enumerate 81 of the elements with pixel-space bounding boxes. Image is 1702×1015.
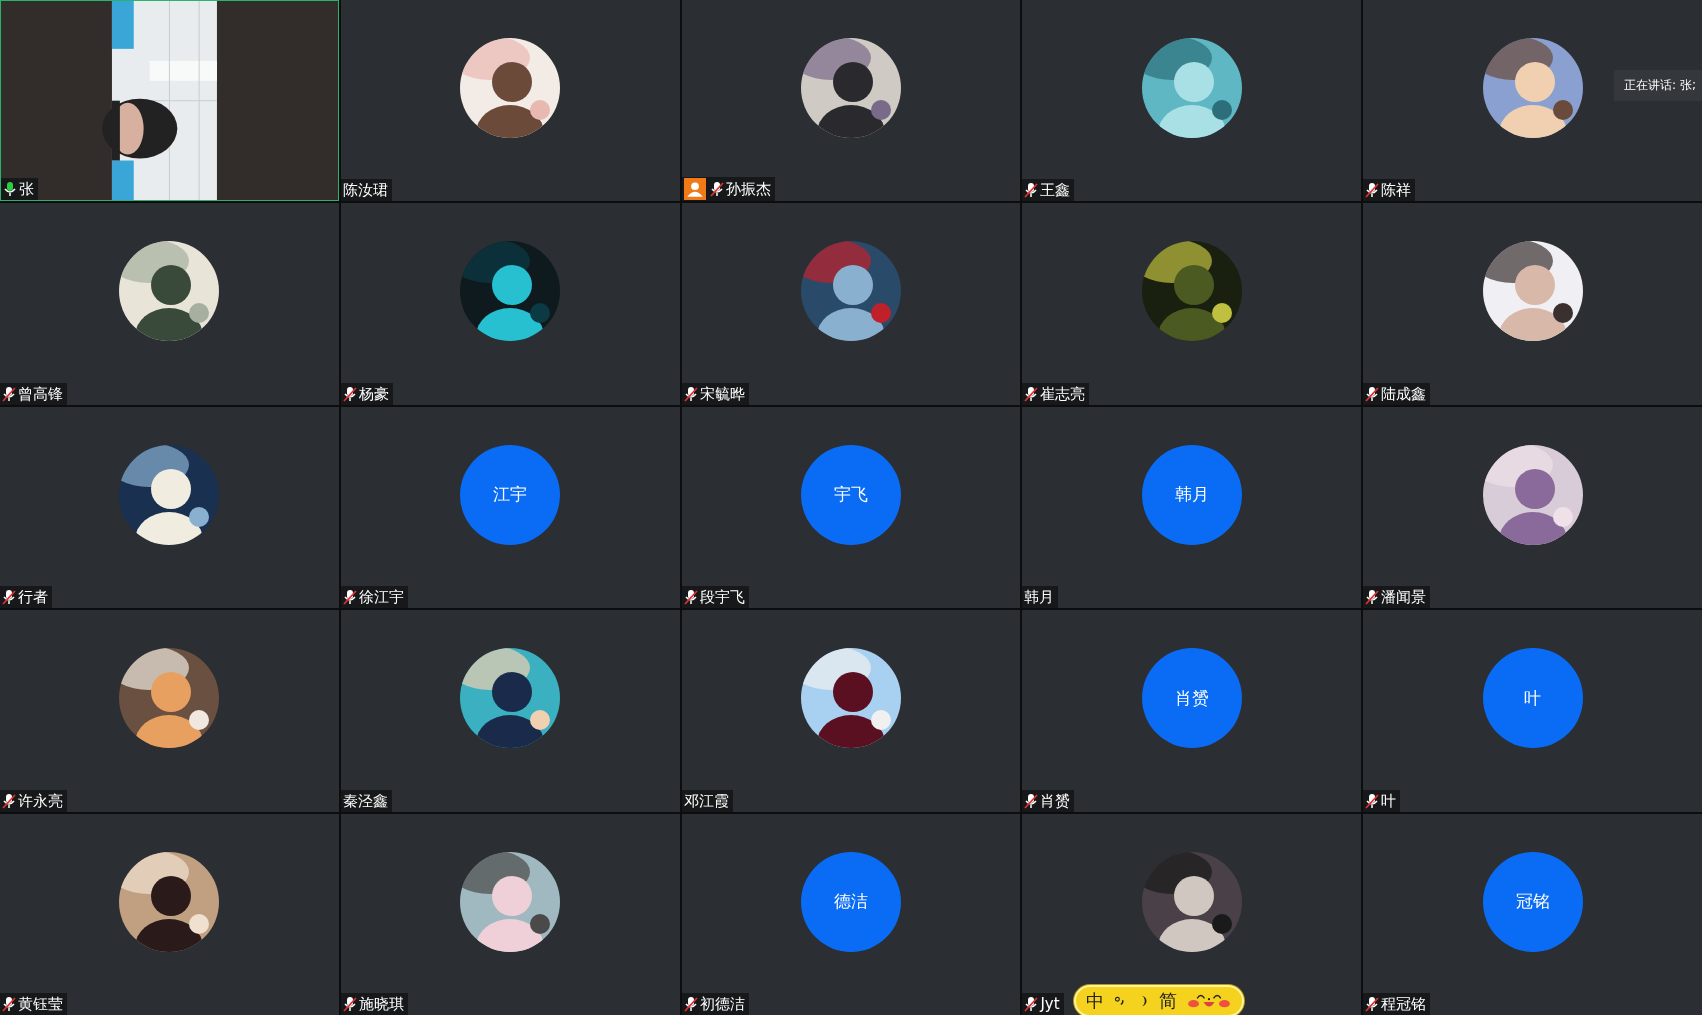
muted-microphone-icon[interactable] (1024, 385, 1039, 402)
muted-microphone-icon[interactable] (2, 792, 16, 809)
participant-tile[interactable]: 秦泾鑫 (340, 610, 680, 812)
participant-name: 张 (19, 179, 34, 200)
muted-microphone-icon[interactable] (342, 385, 357, 402)
participant-tile[interactable]: 邓江霞 (681, 610, 1021, 812)
avatar-initials: 韩月 (1141, 444, 1242, 545)
participant-tile[interactable]: 陈祥 正在讲话: 张; (1363, 0, 1702, 202)
participant-tile[interactable]: 行者 (0, 406, 339, 609)
participant-name: 潘闻景 (1381, 587, 1427, 608)
muted-microphone-icon[interactable] (1365, 792, 1380, 809)
muted-microphone-icon[interactable] (1365, 996, 1380, 1012)
muted-microphone-icon[interactable] (1365, 182, 1380, 199)
participant-tile[interactable]: 张 (0, 0, 339, 202)
participant-tile[interactable]: 肖赟 肖赟 (1022, 610, 1362, 812)
participant-tile[interactable]: 孙振杰 (681, 0, 1021, 202)
muted-microphone-icon[interactable] (2, 996, 16, 1012)
muted-microphone-icon[interactable] (1365, 589, 1380, 606)
participant-tile[interactable]: 德洁 初德洁 (681, 813, 1021, 1015)
participant-name: 段宇飞 (699, 587, 745, 608)
participant-name: 程冠铭 (1381, 994, 1427, 1014)
participant-name: 王鑫 (1040, 180, 1071, 201)
participant-tile[interactable]: Jyt 中 简 (1022, 813, 1362, 1015)
participant-name: 宋毓晔 (699, 383, 745, 404)
speaking-tooltip: 正在讲话: 张; (1614, 70, 1702, 101)
muted-microphone-icon[interactable] (1024, 996, 1039, 1012)
script-toggle[interactable]: 简 (1159, 989, 1178, 1013)
participant-name: 秦泾鑫 (342, 790, 388, 811)
avatar-initials: 叶 (1482, 648, 1583, 749)
participant-name: 陈祥 (1381, 180, 1412, 201)
participant-tile[interactable]: 潘闻景 (1363, 406, 1702, 609)
muted-microphone-icon[interactable] (683, 996, 698, 1012)
participant-tile[interactable]: 江宇 徐江宇 (340, 406, 680, 609)
muted-microphone-icon[interactable] (1024, 792, 1039, 809)
muted-microphone-icon[interactable] (1024, 182, 1039, 199)
participant-tile[interactable]: 韩月 韩月 (1022, 406, 1362, 609)
input-mode-toggle[interactable]: 中 (1086, 989, 1105, 1013)
participant-tile[interactable]: 黄钰莹 (0, 813, 339, 1015)
participant-tile[interactable]: 施晓琪 (340, 813, 680, 1015)
microphone-icon[interactable] (3, 181, 17, 198)
participant-name: 叶 (1381, 790, 1397, 811)
participant-name: 徐江宇 (358, 587, 404, 608)
muted-microphone-icon[interactable] (683, 589, 698, 606)
participant-name: 黄钰莹 (18, 994, 63, 1014)
participant-name: 曾高锋 (18, 383, 63, 404)
participant-name: 施晓琪 (358, 994, 404, 1014)
participant-name: 韩月 (1024, 587, 1055, 608)
participant-name: 陆成鑫 (1381, 383, 1427, 404)
muted-microphone-icon[interactable] (683, 385, 698, 402)
muted-microphone-icon[interactable] (2, 589, 16, 606)
participant-name: 行者 (18, 587, 48, 608)
participant-name: 孙振杰 (725, 179, 771, 200)
muted-microphone-icon[interactable] (342, 996, 357, 1012)
avatar-initials: 江宇 (460, 444, 561, 545)
participant-tile[interactable]: 陆成鑫 (1363, 203, 1702, 405)
participant-name: Jyt (1040, 994, 1060, 1014)
participant-tile[interactable]: 陈汝珺 (340, 0, 680, 202)
avatar-initials: 肖赟 (1141, 648, 1242, 749)
avatar-initials: 冠铭 (1482, 851, 1583, 952)
participant-tile[interactable]: 宇飞 段宇飞 (681, 406, 1021, 609)
participant-tile[interactable]: 杨豪 (340, 203, 680, 405)
participant-tile[interactable]: 崔志亮 (1022, 203, 1362, 405)
muted-microphone-icon[interactable] (2, 385, 16, 402)
participant-tile[interactable]: 宋毓晔 (681, 203, 1021, 405)
participant-name: 许永亮 (18, 790, 63, 811)
participant-tile[interactable]: 叶 叶 (1363, 610, 1702, 812)
participant-name: 邓江霞 (683, 790, 729, 811)
participant-name: 初德洁 (699, 994, 745, 1014)
participant-tile[interactable]: 冠铭 程冠铭 (1363, 813, 1702, 1015)
participant-name: 肖赟 (1040, 790, 1071, 811)
muted-microphone-icon[interactable] (1365, 385, 1380, 402)
avatar-initials: 德洁 (801, 851, 901, 952)
participant-name: 陈汝珺 (342, 180, 388, 201)
participant-tile[interactable]: 王鑫 (1022, 0, 1362, 202)
participant-tile[interactable]: 许永亮 (0, 610, 339, 812)
muted-microphone-icon[interactable] (709, 181, 724, 198)
muted-microphone-icon[interactable] (342, 589, 357, 606)
participant-name: 杨豪 (358, 383, 389, 404)
participant-tile[interactable]: 曾高锋 (0, 203, 339, 405)
participant-name: 崔志亮 (1040, 383, 1086, 404)
avatar-initials: 宇飞 (801, 444, 901, 545)
